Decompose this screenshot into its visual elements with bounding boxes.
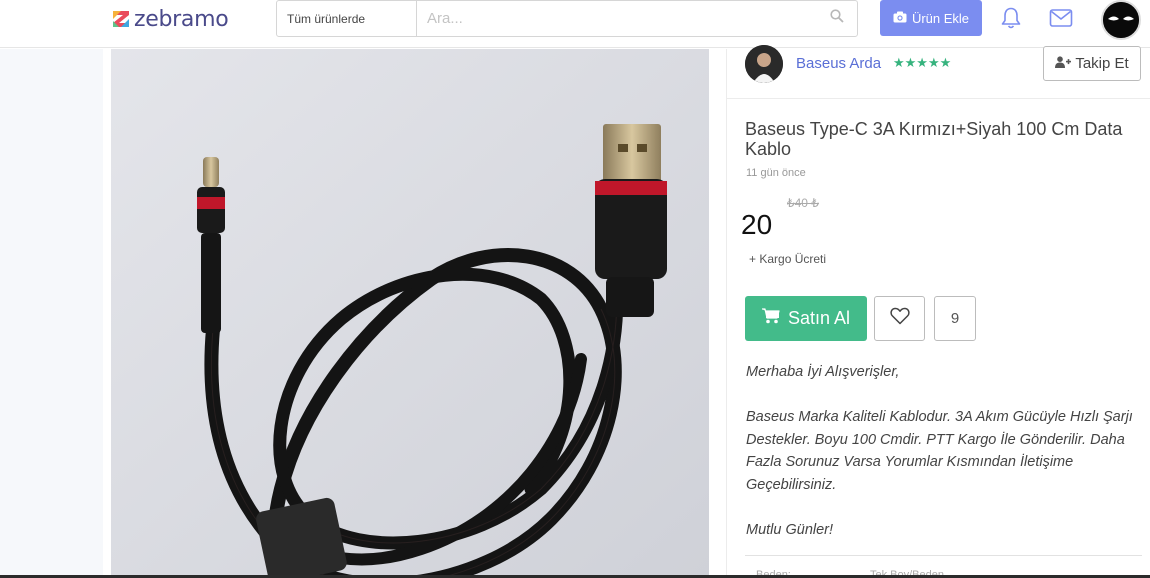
product-title: Baseus Type-C 3A Kırmızı+Siyah 100 Cm Da… (745, 119, 1123, 159)
buy-button[interactable]: Satın Al (745, 296, 867, 341)
cargo-fee-note: + Kargo Ücreti (749, 252, 827, 266)
follow-button[interactable]: Takip Et (1043, 46, 1141, 81)
add-product-button[interactable]: Ürün Ekle (880, 0, 982, 36)
add-product-label: Ürün Ekle (911, 10, 970, 26)
search-category-select[interactable]: Tüm ürünlerde (277, 1, 417, 36)
favorite-button[interactable] (874, 296, 925, 341)
messages-mail-icon[interactable] (1049, 7, 1073, 29)
favorite-count-button[interactable]: 9 (934, 296, 976, 341)
user-avatar[interactable] (1101, 0, 1141, 40)
seller-name-link[interactable]: Baseus Arda (796, 55, 881, 72)
heart-icon (889, 307, 910, 330)
logo-mark-icon (112, 10, 130, 28)
details-divider (745, 555, 1142, 556)
zebramo-logo[interactable]: zebramo (112, 6, 229, 32)
top-header: zebramo Tüm ürünlerde Ürün Ekle (0, 0, 1150, 48)
current-price: 20 (741, 209, 773, 240)
seller-divider (727, 98, 1150, 99)
description-greeting: Merhaba İyi Alışverişler, (746, 364, 900, 380)
search-icon (830, 9, 844, 28)
search-bar: Tüm ürünlerde (276, 0, 858, 37)
old-price: ₺40 ₺ (787, 196, 819, 210)
description-closing: Mutlu Günler! (746, 521, 834, 538)
seller-rating-stars: ★★★★★ (893, 55, 952, 70)
camera-icon (893, 11, 907, 26)
search-input[interactable] (417, 1, 817, 36)
seller-avatar[interactable] (745, 45, 783, 83)
description-body: Baseus Marka Kaliteli Kablodur. 3A Akım … (746, 409, 1133, 493)
buy-label: Satın Al (787, 308, 851, 328)
follow-label: Takip Et (1075, 55, 1129, 72)
logo-text: zebramo (134, 6, 229, 32)
cart-icon (761, 308, 780, 329)
listing-time: 11 gün önce (746, 167, 806, 179)
column-divider (726, 49, 727, 578)
user-plus-icon (1055, 55, 1072, 72)
notifications-bell-icon[interactable] (999, 6, 1023, 30)
left-gutter (0, 49, 103, 578)
product-description: Merhaba İyi Alışverişler, Baseus Marka K… (746, 361, 1142, 564)
product-photo[interactable] (111, 49, 709, 578)
search-button[interactable] (817, 1, 857, 36)
